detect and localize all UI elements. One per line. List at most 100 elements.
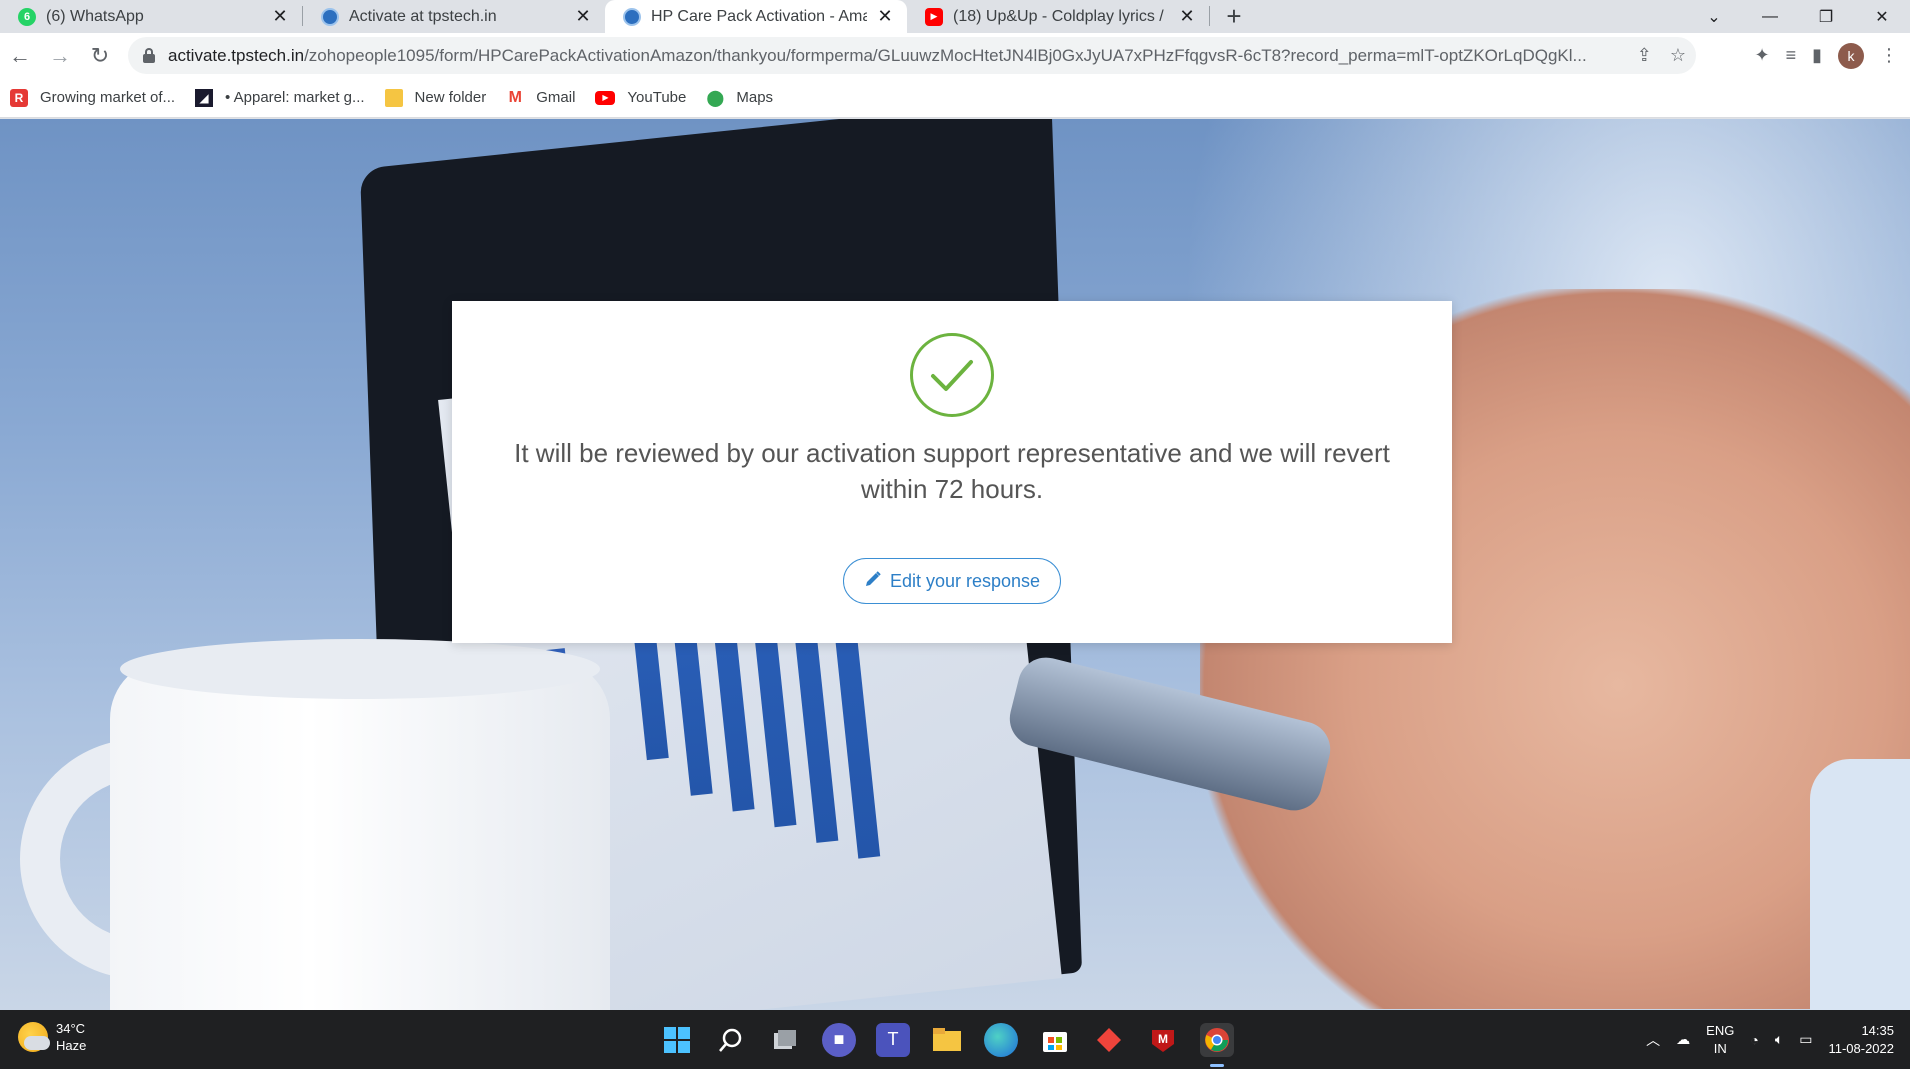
onedrive-cloud-icon[interactable]: ☁ — [1676, 1031, 1690, 1048]
close-tab-icon[interactable]: ✕ — [270, 6, 290, 27]
omnibox-actions: ⇪ ☆ — [1637, 37, 1686, 74]
microsoft-store-icon[interactable] — [1038, 1023, 1072, 1057]
close-tab-icon[interactable]: ✕ — [1177, 6, 1197, 27]
edit-response-label: Edit your response — [889, 570, 1041, 591]
chrome-icon[interactable] — [1200, 1022, 1234, 1067]
bookmark-maps[interactable]: ⬤ Maps — [706, 89, 773, 107]
tab-title: (18) Up&Up - Coldplay lyrics / m — [953, 7, 1169, 25]
r-logo-icon: R — [10, 88, 28, 107]
extensions-puzzle-icon[interactable]: ✦ — [1754, 45, 1769, 66]
folder-icon — [384, 88, 403, 107]
success-check-icon — [910, 333, 994, 417]
language-indicator[interactable]: ENG IN — [1706, 1022, 1734, 1058]
tab-hp-care-pack[interactable]: HP Care Pack Activation - Amazo ✕ — [605, 0, 907, 33]
anydesk-icon[interactable] — [1092, 1023, 1126, 1057]
profile-avatar[interactable]: k — [1838, 42, 1864, 69]
edit-response-button[interactable]: Edit your response — [843, 558, 1061, 604]
whatsapp-icon: 6 — [18, 7, 36, 26]
taskbar-apps: ■ T M — [660, 1010, 1234, 1069]
tab-divider — [1209, 6, 1210, 26]
tab-whatsapp[interactable]: 6 (6) WhatsApp ✕ — [0, 0, 302, 33]
bookmarks-bar: R Growing market of... ◢ • Apparel: mark… — [0, 78, 1910, 118]
tab-title: Activate at tpstech.in — [349, 7, 497, 25]
teams-icon[interactable]: T — [876, 1022, 910, 1057]
bookmark-gmail[interactable]: M Gmail — [506, 88, 576, 107]
statista-icon: ◢ — [195, 88, 214, 107]
bookmark-label: Gmail — [536, 89, 576, 106]
url-text[interactable]: activate.tpstech.in/zohopeople1095/form/… — [168, 46, 1608, 66]
bookmark-star-icon[interactable]: ☆ — [1670, 45, 1686, 66]
globe-icon — [321, 7, 339, 26]
tab-youtube-coldplay[interactable]: ▶ (18) Up&Up - Coldplay lyrics / m ✕ — [907, 0, 1209, 33]
bookmark-label: YouTube — [627, 89, 687, 106]
bookmark-label: • Apparel: market g... — [225, 89, 365, 106]
weather-widget[interactable]: 34°C Haze — [18, 1020, 86, 1054]
youtube-icon: ▶ — [925, 7, 943, 26]
bookmark-label: Maps — [736, 89, 774, 106]
edge-browser-icon[interactable] — [984, 1022, 1018, 1057]
browser-toolbar: ← → ↻ activate.tpstech.in/zohopeople1095… — [0, 33, 1910, 78]
windows-start-icon[interactable] — [660, 1023, 694, 1057]
confirmation-message: It will be reviewed by our activation su… — [514, 438, 1390, 504]
restore-button[interactable]: ❐ — [1798, 0, 1854, 33]
task-view-icon[interactable] — [768, 1023, 802, 1057]
volume-icon[interactable]: 🔈︎ — [1775, 1031, 1783, 1048]
svg-text:M: M — [1158, 1032, 1168, 1046]
file-explorer-icon[interactable] — [930, 1023, 964, 1057]
bookmark-label: New folder — [414, 89, 487, 106]
clock-time: 14:35 — [1861, 1022, 1894, 1038]
tab-activate-tpstech[interactable]: Activate at tpstech.in ✕ — [303, 0, 605, 33]
maps-pin-icon: ⬤ — [706, 89, 725, 107]
search-icon[interactable] — [714, 1023, 748, 1057]
zoom-video-icon[interactable]: ■ — [822, 1022, 856, 1057]
page-content: It will be reviewed by our activation su… — [0, 119, 1910, 1010]
weather-description: Haze — [56, 1038, 87, 1053]
toolbar-right: ✦ ≡ ▮ k ⋮ — [1754, 33, 1898, 78]
tab-search-icon[interactable]: ⌄ — [1686, 0, 1742, 33]
menu-kebab-icon[interactable]: ⋮ — [1880, 45, 1898, 66]
share-icon[interactable]: ⇪ — [1637, 45, 1652, 66]
tab-strip: 6 (6) WhatsApp ✕ Activate at tpstech.in … — [0, 0, 1910, 33]
side-panel-icon[interactable]: ▮ — [1812, 45, 1822, 66]
show-hidden-icons-chevron-icon[interactable]: ︿ — [1646, 1030, 1660, 1050]
wifi-icon[interactable]: ◔ — [1750, 1032, 1758, 1048]
tab-title: HP Care Pack Activation - Amazo — [651, 7, 867, 25]
mcafee-icon[interactable]: M — [1146, 1023, 1180, 1057]
minimize-button[interactable]: — — [1742, 0, 1798, 33]
pencil-icon — [864, 570, 882, 593]
background-sleeve — [1810, 759, 1910, 1010]
window-controls: ⌄ — ❐ ✕ — [1686, 0, 1910, 33]
forward-button[interactable]: → — [40, 36, 80, 76]
bookmark-new-folder[interactable]: New folder — [384, 88, 487, 107]
background-mug-rim — [120, 639, 600, 699]
language-code: ENG — [1706, 1022, 1735, 1038]
bookmark-label: Growing market of... — [40, 89, 176, 106]
lock-icon[interactable] — [142, 47, 156, 64]
bookmark-youtube[interactable]: ▶ YouTube — [595, 89, 686, 106]
media-queue-icon[interactable]: ≡ — [1786, 45, 1797, 66]
windows-taskbar: 34°C Haze ■ T M ︿ ☁ ENG IN ◔ 🔈︎ ▭ 14:35 … — [0, 1010, 1910, 1069]
weather-temperature: 34°C — [56, 1021, 86, 1036]
close-tab-icon[interactable]: ✕ — [573, 6, 593, 27]
close-window-button[interactable]: ✕ — [1854, 0, 1910, 33]
new-tab-button[interactable]: + — [1214, 0, 1254, 33]
region-code: IN — [1713, 1040, 1727, 1056]
bookmark-apparel-market[interactable]: ◢ • Apparel: market g... — [195, 88, 365, 107]
address-bar[interactable]: activate.tpstech.in/zohopeople1095/form/… — [128, 37, 1696, 74]
back-button[interactable]: ← — [0, 36, 40, 76]
youtube-icon: ▶ — [595, 90, 616, 105]
tab-title: (6) WhatsApp — [46, 7, 144, 25]
clock[interactable]: 14:35 11-08-2022 — [1828, 1022, 1894, 1058]
weather-haze-icon — [18, 1022, 50, 1052]
battery-icon[interactable]: ▭ — [1799, 1031, 1812, 1048]
background-mug — [110, 659, 610, 1010]
bookmark-growing-market[interactable]: R Growing market of... — [10, 88, 176, 107]
gmail-icon: M — [508, 88, 522, 106]
system-tray: ︿ ☁ ENG IN ◔ 🔈︎ ▭ 14:35 11-08-2022 — [1646, 1010, 1894, 1069]
globe-icon — [623, 7, 641, 26]
browser-window: 6 (6) WhatsApp ✕ Activate at tpstech.in … — [0, 0, 1910, 1069]
clock-date: 11-08-2022 — [1828, 1040, 1894, 1056]
confirmation-card: It will be reviewed by our activation su… — [452, 301, 1452, 643]
reload-button[interactable]: ↻ — [80, 36, 120, 76]
close-tab-icon[interactable]: ✕ — [875, 6, 895, 27]
